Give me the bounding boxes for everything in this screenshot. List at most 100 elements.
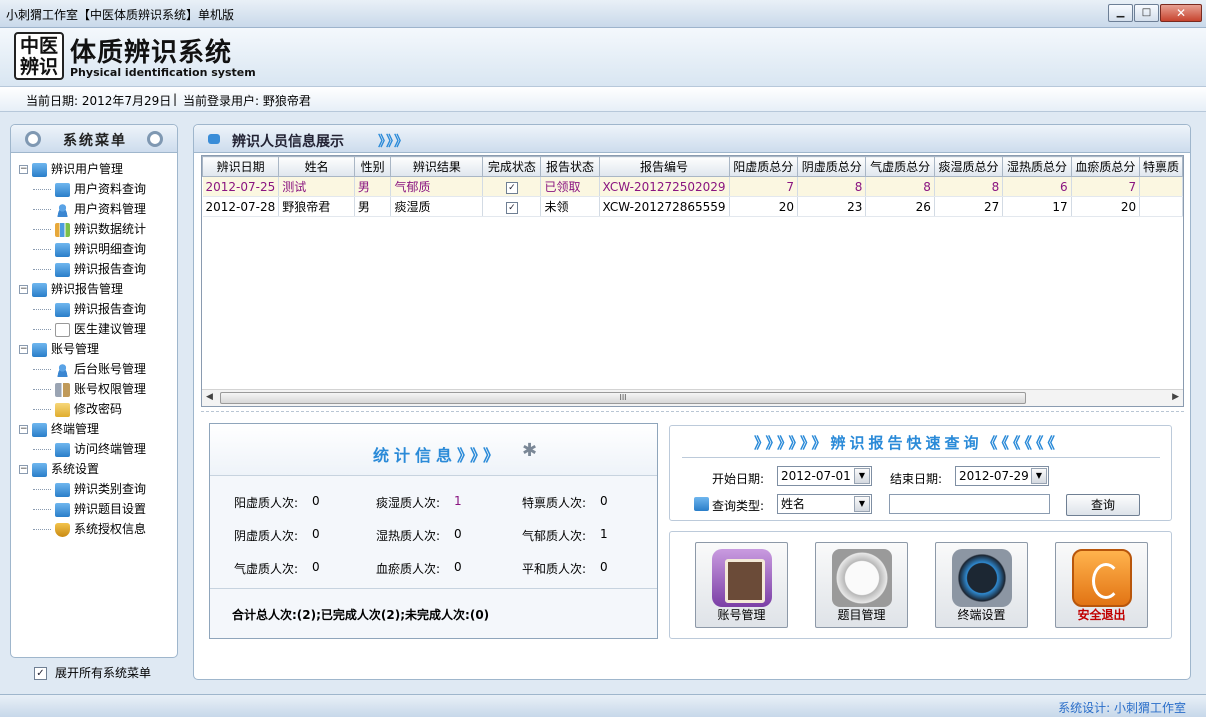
start-date-value: 2012-07-01 (781, 469, 851, 483)
horizontal-scrollbar[interactable]: ◀ III ▶ (202, 389, 1183, 406)
quick-query-divider (682, 457, 1160, 458)
tree-item-label: 辨识数据统计 (74, 222, 147, 236)
collapse-icon[interactable]: − (19, 465, 28, 474)
table-row[interactable]: 2012-07-28 野狼帝君 男 痰湿质 ✓ 未领 XCW-201272865… (202, 196, 1183, 217)
column-header[interactable]: 辨识日期 (202, 156, 280, 177)
menu-header-right-circle-icon (147, 131, 163, 147)
scroll-left-arrow-icon[interactable]: ◀ (206, 392, 213, 402)
done-checkbox[interactable]: ✓ (505, 182, 518, 194)
window-title: 小刺猬工作室【中医体质辨识系统】单机版 (6, 8, 235, 22)
tree-group-terminal-management[interactable]: − 终端管理 (19, 419, 146, 439)
logo-mark-line1: 中医 (19, 35, 58, 57)
tree-item-user-query[interactable]: 用户资料查询 (19, 179, 146, 199)
table-row[interactable]: 2012-07-25 测试 男 气郁质 ✓ 已领取 XCW-2012725020… (202, 176, 1183, 197)
tree-item-account-permissions[interactable]: 账号权限管理 (19, 379, 146, 399)
question-management-tile[interactable]: 题目管理 (815, 542, 908, 628)
scroll-right-arrow-icon[interactable]: ▶ (1172, 392, 1179, 402)
tree-item-data-stats[interactable]: 辨识数据统计 (19, 219, 146, 239)
chevron-down-icon[interactable]: ▼ (1031, 468, 1047, 484)
tree-group-account-management[interactable]: − 账号管理 (19, 339, 146, 359)
tree-item-category-query[interactable]: 辨识类别查询 (19, 479, 146, 499)
tree-item-question-settings[interactable]: 辨识题目设置 (19, 499, 146, 519)
account-management-tile[interactable]: 账号管理 (695, 542, 788, 628)
cell-score: 17 (1002, 196, 1072, 217)
end-date-picker[interactable]: 2012-07-29 ▼ (955, 466, 1049, 486)
column-header[interactable]: 姓名 (278, 156, 355, 177)
tree-item-change-password[interactable]: 修改密码 (19, 399, 146, 419)
tree-item-label: 用户资料查询 (74, 182, 147, 196)
tree-item-user-manage[interactable]: 用户资料管理 (19, 199, 146, 219)
tree-group-system-settings[interactable]: − 系统设置 (19, 459, 146, 479)
collapse-icon[interactable]: − (19, 165, 28, 174)
column-header[interactable]: 气虚质总分 (865, 156, 935, 177)
stat-label: 特禀质人次: (522, 496, 587, 510)
tree-item-report-query[interactable]: 辨识报告查询 (19, 259, 146, 279)
done-checkbox[interactable]: ✓ (505, 202, 518, 214)
cell-report-status: 未领 (540, 196, 600, 217)
column-header[interactable]: 湿热质总分 (1002, 156, 1072, 177)
cell-score: 8 (797, 176, 867, 197)
expand-all-menus-toggle[interactable]: ✓ 展开所有系统菜单 (34, 664, 151, 681)
column-header[interactable]: 阴虚质总分 (796, 156, 867, 177)
cell-report-status: 已领取 (540, 176, 600, 197)
safe-exit-tile[interactable]: 安全退出 (1055, 542, 1148, 628)
stat-label: 气虚质人次: (234, 562, 299, 576)
chevron-down-icon[interactable]: ▼ (854, 468, 870, 484)
window-controls: ▁ □ ✕ (1107, 4, 1202, 22)
query-type-select[interactable]: 姓名 ▼ (777, 494, 872, 514)
current-user: 当前登录用户: 野狼帝君 (183, 94, 311, 108)
tree-item-access-terminals[interactable]: 访问终端管理 (19, 439, 146, 459)
tree-item-license-info[interactable]: 系统授权信息 (19, 519, 146, 539)
tree-item-label: 辨识报告查询 (74, 302, 147, 316)
column-header[interactable]: 痰湿质总分 (933, 156, 1004, 177)
tile-label: 题目管理 (837, 608, 886, 622)
query-keyword-input[interactable] (889, 494, 1050, 514)
tree-group-label: 辨识报告管理 (51, 282, 124, 296)
gauge-icon (952, 549, 1012, 607)
close-button[interactable]: ✕ (1160, 4, 1202, 22)
search-icon (55, 442, 70, 457)
collapse-icon[interactable]: − (19, 425, 28, 434)
tree-item-label: 用户资料管理 (74, 202, 147, 216)
collapse-icon[interactable]: − (19, 285, 28, 294)
column-header[interactable]: 血瘀质总分 (1070, 156, 1141, 177)
tree-item-backend-accounts[interactable]: 后台账号管理 (19, 359, 146, 379)
tree-group-label: 系统设置 (51, 462, 100, 476)
document-icon (55, 322, 70, 337)
terminal-settings-tile[interactable]: 终端设置 (935, 542, 1028, 628)
main-panel-header: 辨识人员信息展示 》》》 (194, 125, 1190, 153)
stat-label: 阴虚质人次: (234, 529, 299, 543)
maximize-button[interactable]: □ (1134, 4, 1159, 22)
scrollbar-thumb[interactable]: III (220, 392, 1026, 404)
start-date-picker[interactable]: 2012-07-01 ▼ (777, 466, 872, 486)
tree-group-report-management[interactable]: − 辨识报告管理 (19, 279, 146, 299)
query-button[interactable]: 查询 (1066, 494, 1140, 516)
table-header-row: 辨识日期 姓名 性别 辨识结果 完成状态 报告状态 报告编号 阳虚质总分 阴虚质… (202, 156, 1183, 177)
tree-item-report-query-2[interactable]: 辨识报告查询 (19, 299, 146, 319)
tree-group-user-management[interactable]: − 辨识用户管理 (19, 159, 146, 179)
cell-done: ✓ (482, 196, 542, 217)
statistics-panel: 统计信息》》》 ✱ 阳虚质人次: 0 痰湿质人次: 1 特禀质人次: 0 阴虚质… (209, 423, 658, 639)
query-type-value: 姓名 (781, 497, 806, 511)
column-header[interactable]: 性别 (353, 156, 392, 177)
tree-group-label: 账号管理 (51, 342, 100, 356)
tree-item-doctor-advice[interactable]: 医生建议管理 (19, 319, 146, 339)
app-subtitle: Physical identification system (70, 66, 256, 79)
cell-score: 7 (1071, 176, 1141, 197)
tree-item-detail-query[interactable]: 辨识明细查询 (19, 239, 146, 259)
tree-item-label: 辨识报告查询 (74, 262, 147, 276)
collapse-icon[interactable]: − (19, 345, 28, 354)
column-header[interactable]: 报告状态 (540, 156, 600, 177)
search-icon (55, 502, 70, 517)
tile-label: 安全退出 (1077, 608, 1126, 622)
column-header[interactable]: 辨识结果 (390, 156, 484, 177)
column-header[interactable]: 完成状态 (482, 156, 542, 177)
chevron-down-icon[interactable]: ▼ (854, 496, 870, 512)
records-grid: 辨识日期 姓名 性别 辨识结果 完成状态 报告状态 报告编号 阳虚质总分 阴虚质… (201, 155, 1184, 407)
column-header[interactable]: 特禀质 (1139, 156, 1183, 177)
column-header[interactable]: 报告编号 (598, 156, 730, 177)
column-header[interactable]: 阳虚质总分 (728, 156, 799, 177)
expand-all-checkbox[interactable]: ✓ (34, 667, 47, 680)
minimize-button[interactable]: ▁ (1108, 4, 1133, 22)
title-arrows: 》》》 (378, 134, 409, 150)
